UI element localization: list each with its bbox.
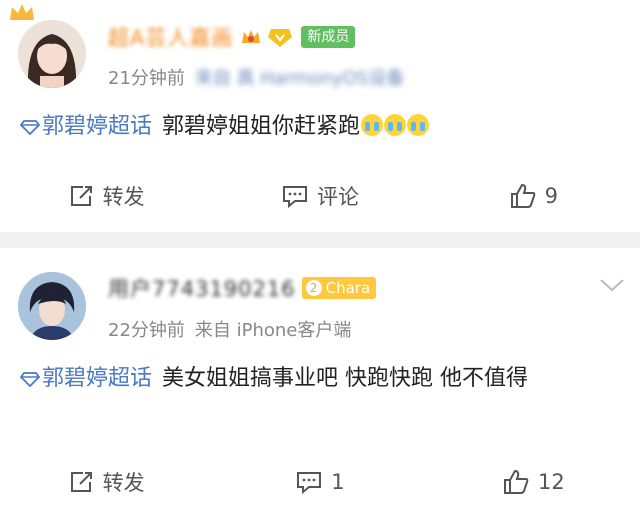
vip-crown-icon (242, 30, 261, 43)
like-count: 12 (537, 470, 565, 494)
post-meta: 21分钟前 来自 真 HarmonyOS设备 (108, 64, 404, 90)
like-button[interactable]: 9 (427, 176, 640, 216)
badge-level: 2 (305, 280, 322, 296)
comment-button[interactable]: 1 (213, 462, 426, 502)
topic-link[interactable]: 郭碧婷超话 (20, 114, 152, 139)
topic-label: 郭碧婷超话 (42, 366, 153, 391)
badge-label: Chara (325, 279, 371, 297)
post-source: 来自 真 HarmonyOS设备 (194, 68, 405, 89)
post-text: 美女姐姐搞事业吧 快跑快跑 他不值得 (162, 366, 529, 391)
post-actions: 转发 评论 9 (0, 176, 640, 216)
post-time: 21分钟前 (108, 68, 185, 89)
author-name[interactable]: 用户7743190216 (108, 273, 296, 303)
weibo-post-2: 用户7743190216 2 Chara 22分钟前 来自 iPhone客户端 郭… (0, 248, 640, 520)
repost-icon (70, 472, 92, 492)
like-button[interactable]: 12 (427, 462, 640, 502)
crown-icon (10, 4, 34, 20)
comment-icon (297, 472, 322, 494)
avatar[interactable] (18, 272, 86, 340)
super-topic-icon (20, 372, 40, 387)
crying-emoji-icon (407, 114, 430, 136)
crying-emoji-icon (384, 114, 407, 136)
thumbs-up-icon (503, 469, 529, 494)
post-meta: 22分钟前 来自 iPhone客户端 (108, 316, 351, 342)
post-divider (0, 232, 640, 248)
thumbs-up-icon (510, 183, 535, 208)
repost-button[interactable]: 转发 (0, 176, 213, 216)
repost-button[interactable]: 转发 (0, 462, 213, 502)
comment-icon (282, 186, 307, 208)
comment-button[interactable]: 评论 (213, 176, 426, 216)
topic-label: 郭碧婷超话 (42, 114, 153, 139)
chara-badge: 2 Chara (301, 277, 377, 299)
comment-count: 1 (331, 470, 345, 494)
super-topic-icon (20, 120, 40, 135)
post-time: 22分钟前 (108, 320, 185, 341)
fan-badge-icon (268, 29, 293, 47)
author-name[interactable]: 超A芸人嘉画 (108, 22, 233, 52)
repost-icon (70, 186, 92, 206)
post-content: 郭碧婷超话 郭碧婷姐姐你赶紧跑 (20, 110, 620, 144)
topic-link[interactable]: 郭碧婷超话 (20, 366, 152, 391)
post-actions: 转发 1 12 (0, 462, 640, 502)
chevron-down-icon[interactable] (598, 276, 626, 294)
post-text: 郭碧婷姐姐你赶紧跑 (162, 114, 361, 139)
post-source: 来自 iPhone客户端 (194, 320, 352, 341)
post-content: 郭碧婷超话 美女姐姐搞事业吧 快跑快跑 他不值得 (20, 362, 620, 396)
like-count: 9 (544, 184, 558, 208)
comment-label: 评论 (316, 185, 359, 209)
avatar[interactable] (18, 20, 86, 88)
new-member-badge: 新成员 (301, 26, 356, 48)
crying-emoji-icon (361, 114, 384, 136)
weibo-post-1: 超A芸人嘉画 新成员 21分钟前 来自 真 HarmonyOS设备 郭碧婷超话 郭碧… (0, 0, 640, 232)
repost-label: 转发 (102, 185, 145, 209)
repost-label: 转发 (102, 471, 145, 495)
